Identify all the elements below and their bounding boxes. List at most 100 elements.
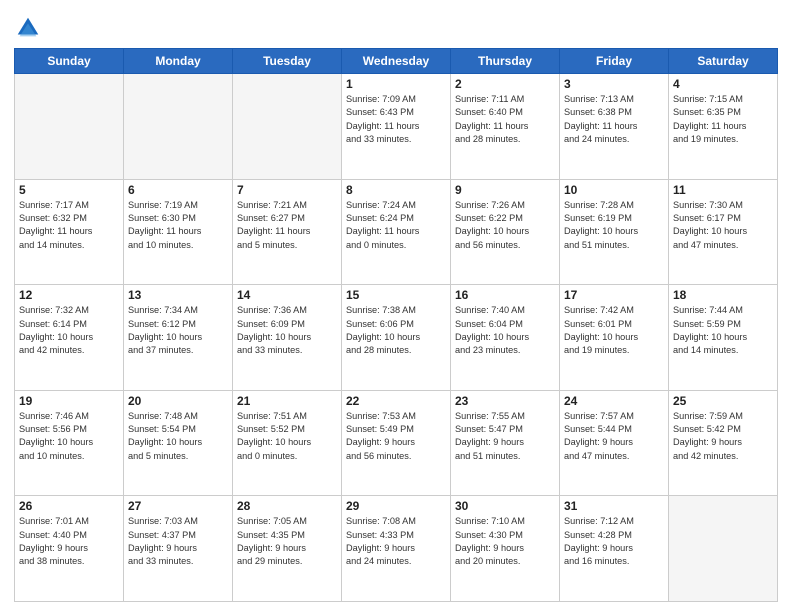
day-info: Sunrise: 7:12 AM Sunset: 4:28 PM Dayligh… [564,515,664,568]
day-of-week-header: Saturday [669,49,778,74]
calendar-cell: 15 Sunrise: 7:38 AM Sunset: 6:06 PM Dayli… [342,285,451,391]
calendar-cell: 21Sunrise: 7:51 AM Sunset: 5:52 PM Dayli… [233,390,342,496]
day-number: 6 [128,183,228,197]
calendar-cell: 5 Sunrise: 7:17 AM Sunset: 6:32 PM Daylig… [15,179,124,285]
calendar-cell: 6Sunrise: 7:19 AM Sunset: 6:30 PM Daylig… [124,179,233,285]
day-number: 15 [346,288,446,302]
day-info: Sunrise: 7:15 AM Sunset: 6:35 PM Dayligh… [673,93,773,146]
calendar-cell: 9Sunrise: 7:26 AM Sunset: 6:22 PM Daylig… [451,179,560,285]
calendar-cell: 30 Sunrise: 7:10 AM Sunset: 4:30 PM Dayli… [451,496,560,602]
calendar-week-row: 26 Sunrise: 7:01 AM Sunset: 4:40 PM Dayli… [15,496,778,602]
calendar-week-row: 5 Sunrise: 7:17 AM Sunset: 6:32 PM Daylig… [15,179,778,285]
day-number: 8 [346,183,446,197]
calendar-cell: 28 Sunrise: 7:05 AM Sunset: 4:35 PM Dayli… [233,496,342,602]
day-number: 16 [455,288,555,302]
day-number: 23 [455,394,555,408]
calendar-week-row: 19 Sunrise: 7:46 AM Sunset: 5:56 PM Dayli… [15,390,778,496]
day-number: 24 [564,394,664,408]
calendar-table: SundayMondayTuesdayWednesdayThursdayFrid… [14,48,778,602]
calendar-cell: 10 Sunrise: 7:28 AM Sunset: 6:19 PM Dayli… [560,179,669,285]
day-number: 10 [564,183,664,197]
calendar-cell: 8 Sunrise: 7:24 AM Sunset: 6:24 PM Daylig… [342,179,451,285]
calendar-cell: 16 Sunrise: 7:40 AM Sunset: 6:04 PM Dayli… [451,285,560,391]
calendar-cell: 26 Sunrise: 7:01 AM Sunset: 4:40 PM Dayli… [15,496,124,602]
logo [14,14,46,42]
day-number: 11 [673,183,773,197]
calendar-cell: 27 Sunrise: 7:03 AM Sunset: 4:37 PM Dayli… [124,496,233,602]
calendar-header-row: SundayMondayTuesdayWednesdayThursdayFrid… [15,49,778,74]
calendar-cell: 22Sunrise: 7:53 AM Sunset: 5:49 PM Dayli… [342,390,451,496]
day-number: 31 [564,499,664,513]
day-number: 25 [673,394,773,408]
day-info: Sunrise: 7:30 AM Sunset: 6:17 PM Dayligh… [673,199,773,252]
day-number: 27 [128,499,228,513]
day-info: Sunrise: 7:38 AM Sunset: 6:06 PM Dayligh… [346,304,446,357]
day-number: 26 [19,499,119,513]
calendar-cell: 19 Sunrise: 7:46 AM Sunset: 5:56 PM Dayli… [15,390,124,496]
calendar-cell: 17 Sunrise: 7:42 AM Sunset: 6:01 PM Dayli… [560,285,669,391]
day-number: 7 [237,183,337,197]
calendar-cell: 13 Sunrise: 7:34 AM Sunset: 6:12 PM Dayli… [124,285,233,391]
day-number: 29 [346,499,446,513]
day-info: Sunrise: 7:26 AM Sunset: 6:22 PM Dayligh… [455,199,555,252]
day-info: Sunrise: 7:57 AM Sunset: 5:44 PM Dayligh… [564,410,664,463]
day-number: 4 [673,77,773,91]
day-info: Sunrise: 7:55 AM Sunset: 5:47 PM Dayligh… [455,410,555,463]
day-number: 1 [346,77,446,91]
day-info: Sunrise: 7:17 AM Sunset: 6:32 PM Dayligh… [19,199,119,252]
day-number: 2 [455,77,555,91]
calendar-cell: 31 Sunrise: 7:12 AM Sunset: 4:28 PM Dayli… [560,496,669,602]
day-number: 13 [128,288,228,302]
day-info: Sunrise: 7:13 AM Sunset: 6:38 PM Dayligh… [564,93,664,146]
calendar-cell: 3Sunrise: 7:13 AM Sunset: 6:38 PM Daylig… [560,74,669,180]
day-number: 12 [19,288,119,302]
calendar-cell [669,496,778,602]
day-of-week-header: Sunday [15,49,124,74]
calendar-cell: 25Sunrise: 7:59 AM Sunset: 5:42 PM Dayli… [669,390,778,496]
day-number: 19 [19,394,119,408]
day-number: 18 [673,288,773,302]
calendar-cell [124,74,233,180]
day-number: 28 [237,499,337,513]
day-of-week-header: Tuesday [233,49,342,74]
day-info: Sunrise: 7:24 AM Sunset: 6:24 PM Dayligh… [346,199,446,252]
day-info: Sunrise: 7:03 AM Sunset: 4:37 PM Dayligh… [128,515,228,568]
calendar-cell [15,74,124,180]
day-number: 21 [237,394,337,408]
calendar-week-row: 12 Sunrise: 7:32 AM Sunset: 6:14 PM Dayli… [15,285,778,391]
calendar-cell: 12 Sunrise: 7:32 AM Sunset: 6:14 PM Dayli… [15,285,124,391]
day-number: 17 [564,288,664,302]
calendar-cell: 2 Sunrise: 7:11 AM Sunset: 6:40 PM Daylig… [451,74,560,180]
day-number: 14 [237,288,337,302]
day-number: 5 [19,183,119,197]
day-info: Sunrise: 7:48 AM Sunset: 5:54 PM Dayligh… [128,410,228,463]
calendar-week-row: 1Sunrise: 7:09 AM Sunset: 6:43 PM Daylig… [15,74,778,180]
calendar-cell: 14 Sunrise: 7:36 AM Sunset: 6:09 PM Dayli… [233,285,342,391]
day-info: Sunrise: 7:36 AM Sunset: 6:09 PM Dayligh… [237,304,337,357]
day-number: 30 [455,499,555,513]
day-number: 20 [128,394,228,408]
day-info: Sunrise: 7:01 AM Sunset: 4:40 PM Dayligh… [19,515,119,568]
day-info: Sunrise: 7:10 AM Sunset: 4:30 PM Dayligh… [455,515,555,568]
day-info: Sunrise: 7:08 AM Sunset: 4:33 PM Dayligh… [346,515,446,568]
calendar-cell: 1Sunrise: 7:09 AM Sunset: 6:43 PM Daylig… [342,74,451,180]
calendar-cell [233,74,342,180]
day-of-week-header: Friday [560,49,669,74]
calendar-cell: 18 Sunrise: 7:44 AM Sunset: 5:59 PM Dayli… [669,285,778,391]
day-info: Sunrise: 7:05 AM Sunset: 4:35 PM Dayligh… [237,515,337,568]
page: SundayMondayTuesdayWednesdayThursdayFrid… [0,0,792,612]
day-of-week-header: Thursday [451,49,560,74]
day-info: Sunrise: 7:40 AM Sunset: 6:04 PM Dayligh… [455,304,555,357]
day-info: Sunrise: 7:34 AM Sunset: 6:12 PM Dayligh… [128,304,228,357]
calendar-cell: 29 Sunrise: 7:08 AM Sunset: 4:33 PM Dayli… [342,496,451,602]
calendar-cell: 20 Sunrise: 7:48 AM Sunset: 5:54 PM Dayli… [124,390,233,496]
day-info: Sunrise: 7:46 AM Sunset: 5:56 PM Dayligh… [19,410,119,463]
day-of-week-header: Wednesday [342,49,451,74]
header [14,10,778,42]
calendar-cell: 24 Sunrise: 7:57 AM Sunset: 5:44 PM Dayli… [560,390,669,496]
day-info: Sunrise: 7:11 AM Sunset: 6:40 PM Dayligh… [455,93,555,146]
day-info: Sunrise: 7:42 AM Sunset: 6:01 PM Dayligh… [564,304,664,357]
day-info: Sunrise: 7:28 AM Sunset: 6:19 PM Dayligh… [564,199,664,252]
day-info: Sunrise: 7:32 AM Sunset: 6:14 PM Dayligh… [19,304,119,357]
day-info: Sunrise: 7:44 AM Sunset: 5:59 PM Dayligh… [673,304,773,357]
